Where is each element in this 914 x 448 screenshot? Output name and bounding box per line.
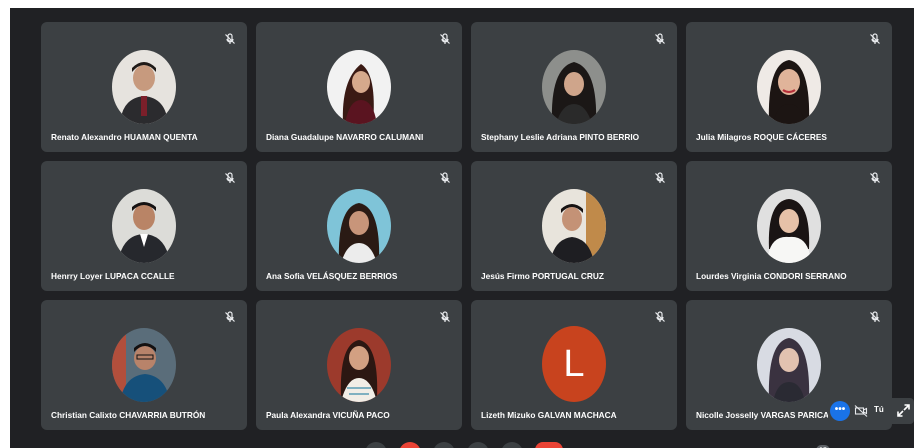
participant-name: Lizeth Mizuko GALVAN MACHACA [481, 410, 617, 420]
muted-mic-icon [440, 172, 450, 183]
muted-mic-icon [225, 33, 235, 44]
participant-photo [757, 328, 821, 402]
participant-name: Renato Alexandro HUAMAN QUENTA [51, 132, 198, 142]
participant-tile[interactable]: Jesús Firmo PORTUGAL CRUZ [471, 161, 677, 291]
participant-photo [542, 189, 606, 263]
muted-mic-icon [225, 311, 235, 322]
captions-button[interactable] [467, 442, 489, 448]
muted-mic-icon [870, 172, 880, 183]
participant-name: Diana Guadalupe NAVARRO CALUMANI [266, 132, 424, 142]
participant-name: Ana Sofia VELÁSQUEZ BERRIOS [266, 271, 398, 281]
control-button[interactable] [365, 442, 387, 448]
participant-tile[interactable]: Ana Sofia VELÁSQUEZ BERRIOS [256, 161, 462, 291]
participant-name: Jesús Firmo PORTUGAL CRUZ [481, 271, 604, 281]
participant-photo [757, 50, 821, 124]
participant-photo [327, 189, 391, 263]
meeting-grid: Renato Alexandro HUAMAN QUENTA Diana Gua… [10, 8, 914, 448]
participant-name: Lourdes Virginia CONDORI SERRANO [696, 271, 847, 281]
expand-icon[interactable] [896, 403, 911, 418]
muted-mic-icon [655, 311, 665, 322]
participant-tile[interactable]: Henrry Loyer LUPACA CCALLE [41, 161, 247, 291]
participant-tile[interactable]: Paula Alexandra VICUÑA PACO [256, 300, 462, 430]
participant-name: Paula Alexandra VICUÑA PACO [266, 410, 390, 420]
camera-toggle-button[interactable] [433, 442, 455, 448]
mic-toggle-button[interactable] [399, 442, 421, 448]
participant-tile[interactable]: L Lizeth Mizuko GALVAN MACHACA [471, 300, 677, 430]
participant-photo [112, 328, 176, 402]
muted-mic-icon [225, 172, 235, 183]
participant-photo [327, 328, 391, 402]
participant-tile[interactable]: Renato Alexandro HUAMAN QUENTA [41, 22, 247, 152]
participant-tile[interactable]: Stephany Leslie Adriana PINTO BERRIO [471, 22, 677, 152]
participant-photo [542, 50, 606, 124]
muted-mic-icon [870, 311, 880, 322]
participant-tile[interactable]: Lourdes Virginia CONDORI SERRANO [686, 161, 892, 291]
participant-name: Henrry Loyer LUPACA CCALLE [51, 271, 175, 281]
muted-mic-icon [655, 33, 665, 44]
muted-mic-icon [440, 33, 450, 44]
control-bar [365, 442, 585, 448]
hang-up-button[interactable] [535, 442, 563, 448]
participant-photo [757, 189, 821, 263]
present-button[interactable] [501, 442, 523, 448]
participant-tile[interactable]: Christian Calixto CHAVARRIA BUTRÓN [41, 300, 247, 430]
participant-photo [112, 189, 176, 263]
muted-mic-icon [870, 33, 880, 44]
self-view-label: Tú [874, 405, 884, 414]
initial-avatar: L [542, 326, 606, 402]
participant-name: Stephany Leslie Adriana PINTO BERRIO [481, 132, 640, 142]
muted-mic-icon [655, 172, 665, 183]
participant-tile[interactable]: Diana Guadalupe NAVARRO CALUMANI [256, 22, 462, 152]
participant-photo [327, 50, 391, 124]
participant-name: Christian Calixto CHAVARRIA BUTRÓN [51, 410, 206, 420]
more-options-icon[interactable]: ••• [830, 401, 850, 421]
camera-off-icon[interactable] [854, 404, 868, 418]
self-view-panel: ••• Tú [828, 398, 914, 424]
participant-tile[interactable]: Julia Milagros ROQUE CÁCERES [686, 22, 892, 152]
participant-photo [112, 50, 176, 124]
muted-mic-icon [440, 311, 450, 322]
participant-name: Julia Milagros ROQUE CÁCERES [696, 132, 827, 142]
